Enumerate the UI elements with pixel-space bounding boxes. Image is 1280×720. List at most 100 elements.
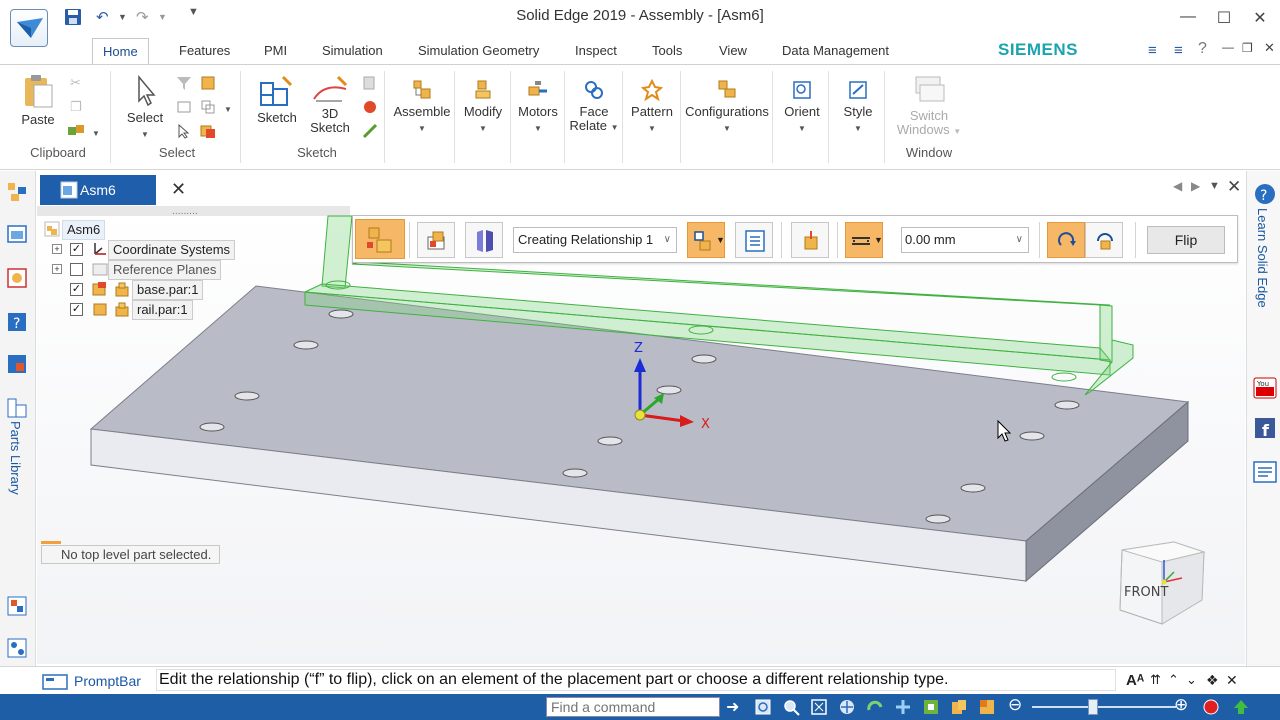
pin-icon[interactable]: ❖: [1206, 672, 1219, 689]
feature-library-icon[interactable]: [6, 223, 28, 245]
undo-icon[interactable]: ↶: [96, 8, 109, 28]
save-icon[interactable]: [64, 8, 82, 28]
tab-tools[interactable]: Tools: [642, 38, 692, 66]
record-icon[interactable]: [1202, 698, 1220, 716]
zoom-in-icon[interactable]: ⊕: [1174, 695, 1188, 715]
spin-about-icon[interactable]: [894, 698, 912, 716]
tab-simulation[interactable]: Simulation: [312, 38, 393, 66]
zoom-icon[interactable]: [810, 698, 828, 716]
tab-data-management[interactable]: Data Management: [772, 38, 899, 66]
select-box-icon[interactable]: [176, 99, 192, 115]
visibility-checkbox[interactable]: ✓: [70, 303, 83, 316]
select-part-icon[interactable]: [200, 123, 216, 139]
layout-icon[interactable]: ≡: [1174, 42, 1183, 62]
view-style-icon[interactable]: [978, 698, 996, 716]
modify-button[interactable]: Modify ▼: [458, 79, 508, 134]
solid-edge-logo-icon[interactable]: [10, 9, 48, 47]
layers-icon[interactable]: [6, 267, 28, 289]
zoom-slider-thumb[interactable]: [1088, 699, 1098, 715]
view-cube[interactable]: FRONT: [1118, 540, 1208, 632]
orient-button[interactable]: Orient ▼: [778, 79, 826, 134]
options-icon[interactable]: ≡: [1148, 42, 1157, 62]
visibility-checkbox[interactable]: ✓: [70, 243, 83, 256]
select-filter-icon[interactable]: [176, 75, 192, 91]
doc-restore-icon[interactable]: ❐: [1242, 41, 1253, 61]
zoom-area-icon[interactable]: [782, 698, 800, 716]
lock-rotation-button[interactable]: [1085, 222, 1123, 258]
sketch-button[interactable]: Sketch: [254, 75, 300, 125]
rss-news-icon[interactable]: [1253, 461, 1277, 483]
flip-button[interactable]: Flip: [1147, 226, 1225, 254]
doc-minimize-icon[interactable]: —: [1222, 40, 1234, 60]
assemble-button[interactable]: Assemble ▼: [392, 79, 452, 134]
tree-expander[interactable]: +: [52, 264, 62, 274]
offset-value-input[interactable]: 0.00 mm ∨: [901, 227, 1029, 253]
zoom-slider-track[interactable]: [1032, 706, 1176, 708]
configurations-button[interactable]: Configurations ▼: [682, 79, 772, 134]
tab-scroll-left-icon[interactable]: ◀: [1173, 179, 1182, 193]
learn-solid-edge-label[interactable]: Learn Solid Edge: [1255, 208, 1270, 308]
style-button[interactable]: Style ▼: [834, 79, 882, 134]
tab-inspect[interactable]: Inspect: [565, 38, 627, 66]
maximize-button[interactable]: ☐: [1212, 8, 1236, 28]
close-button[interactable]: ✕: [1248, 8, 1272, 28]
youtube-icon[interactable]: You: [1253, 377, 1277, 399]
close-document-icon[interactable]: ✕: [1227, 177, 1241, 197]
undo-dropdown-icon[interactable]: ▼: [118, 12, 127, 32]
appearance-icon[interactable]: [6, 353, 28, 375]
doc-close-icon[interactable]: ✕: [1264, 40, 1275, 60]
mate-type-button[interactable]: ▼: [687, 222, 725, 258]
flip-direction-button[interactable]: [1047, 222, 1085, 258]
pathfinder-icon[interactable]: [6, 181, 28, 203]
parts-list-button[interactable]: [735, 222, 773, 258]
parts-library-icon[interactable]: [6, 397, 28, 419]
select-part-button[interactable]: [791, 222, 829, 258]
promptbar-label[interactable]: PromptBar: [74, 673, 141, 689]
tab-pmi[interactable]: PMI: [254, 38, 297, 66]
relationship-options-button[interactable]: [417, 222, 455, 258]
sensors-icon[interactable]: [6, 595, 28, 617]
learn-help-icon[interactable]: ?: [1254, 183, 1276, 205]
format-painter-icon[interactable]: [68, 123, 84, 139]
face-relate-button[interactable]: Face Relate ▼: [568, 79, 620, 135]
view-orientation-icon[interactable]: [922, 698, 940, 716]
rotate-view-icon[interactable]: [866, 698, 884, 716]
sketch-draw-icon[interactable]: [362, 123, 378, 139]
help-topics-icon[interactable]: ?: [6, 311, 28, 333]
paste-button[interactable]: Paste: [18, 73, 58, 127]
parts-library-label[interactable]: Parts Library: [8, 421, 23, 495]
redo-icon[interactable]: ↷: [136, 8, 149, 28]
facebook-icon[interactable]: f: [1254, 417, 1276, 439]
construction-display-button[interactable]: [465, 222, 503, 258]
sketch-relations-icon[interactable]: [362, 99, 378, 115]
document-tab-asm6[interactable]: Asm6: [40, 175, 156, 205]
tab-scroll-right-icon[interactable]: ▶: [1191, 179, 1200, 193]
tab-features[interactable]: Features: [169, 38, 240, 66]
select-multi-icon[interactable]: [200, 99, 216, 115]
display-style-icon[interactable]: [950, 698, 968, 716]
zoom-out-icon[interactable]: ⊖: [1008, 695, 1022, 715]
promptbar-close-icon[interactable]: ✕: [1226, 672, 1238, 689]
expand-down-icon[interactable]: ⌄: [1186, 672, 1197, 688]
select-button[interactable]: Select ▼: [124, 75, 166, 140]
sketch-view-icon[interactable]: [362, 75, 378, 91]
motors-button[interactable]: Motors ▼: [514, 79, 562, 134]
tab-home[interactable]: Home: [92, 38, 149, 66]
tab-view[interactable]: View: [709, 38, 757, 66]
selection-manager-icon[interactable]: [6, 637, 28, 659]
pattern-button[interactable]: Pattern ▼: [626, 79, 678, 134]
offset-type-button[interactable]: ▼: [845, 222, 883, 258]
help-icon[interactable]: ?: [1198, 40, 1207, 60]
customize-qat-icon[interactable]: ▼: [188, 6, 199, 26]
document-tab-close-icon[interactable]: ✕: [171, 179, 186, 200]
upload-icon[interactable]: [1232, 698, 1250, 716]
expand-up-icon[interactable]: ⌃: [1168, 672, 1179, 688]
minimize-button[interactable]: —: [1176, 8, 1200, 28]
visibility-checkbox[interactable]: ✓: [70, 283, 83, 296]
find-command-input[interactable]: [546, 697, 720, 717]
collapse-icon[interactable]: ⇈: [1150, 672, 1161, 688]
copy-icon[interactable]: ❐: [70, 99, 86, 115]
select-zoom-icon[interactable]: [176, 123, 192, 139]
font-size-icon[interactable]: Aᴬ: [1126, 672, 1144, 689]
tab-simulation-geometry[interactable]: Simulation Geometry: [408, 38, 549, 66]
